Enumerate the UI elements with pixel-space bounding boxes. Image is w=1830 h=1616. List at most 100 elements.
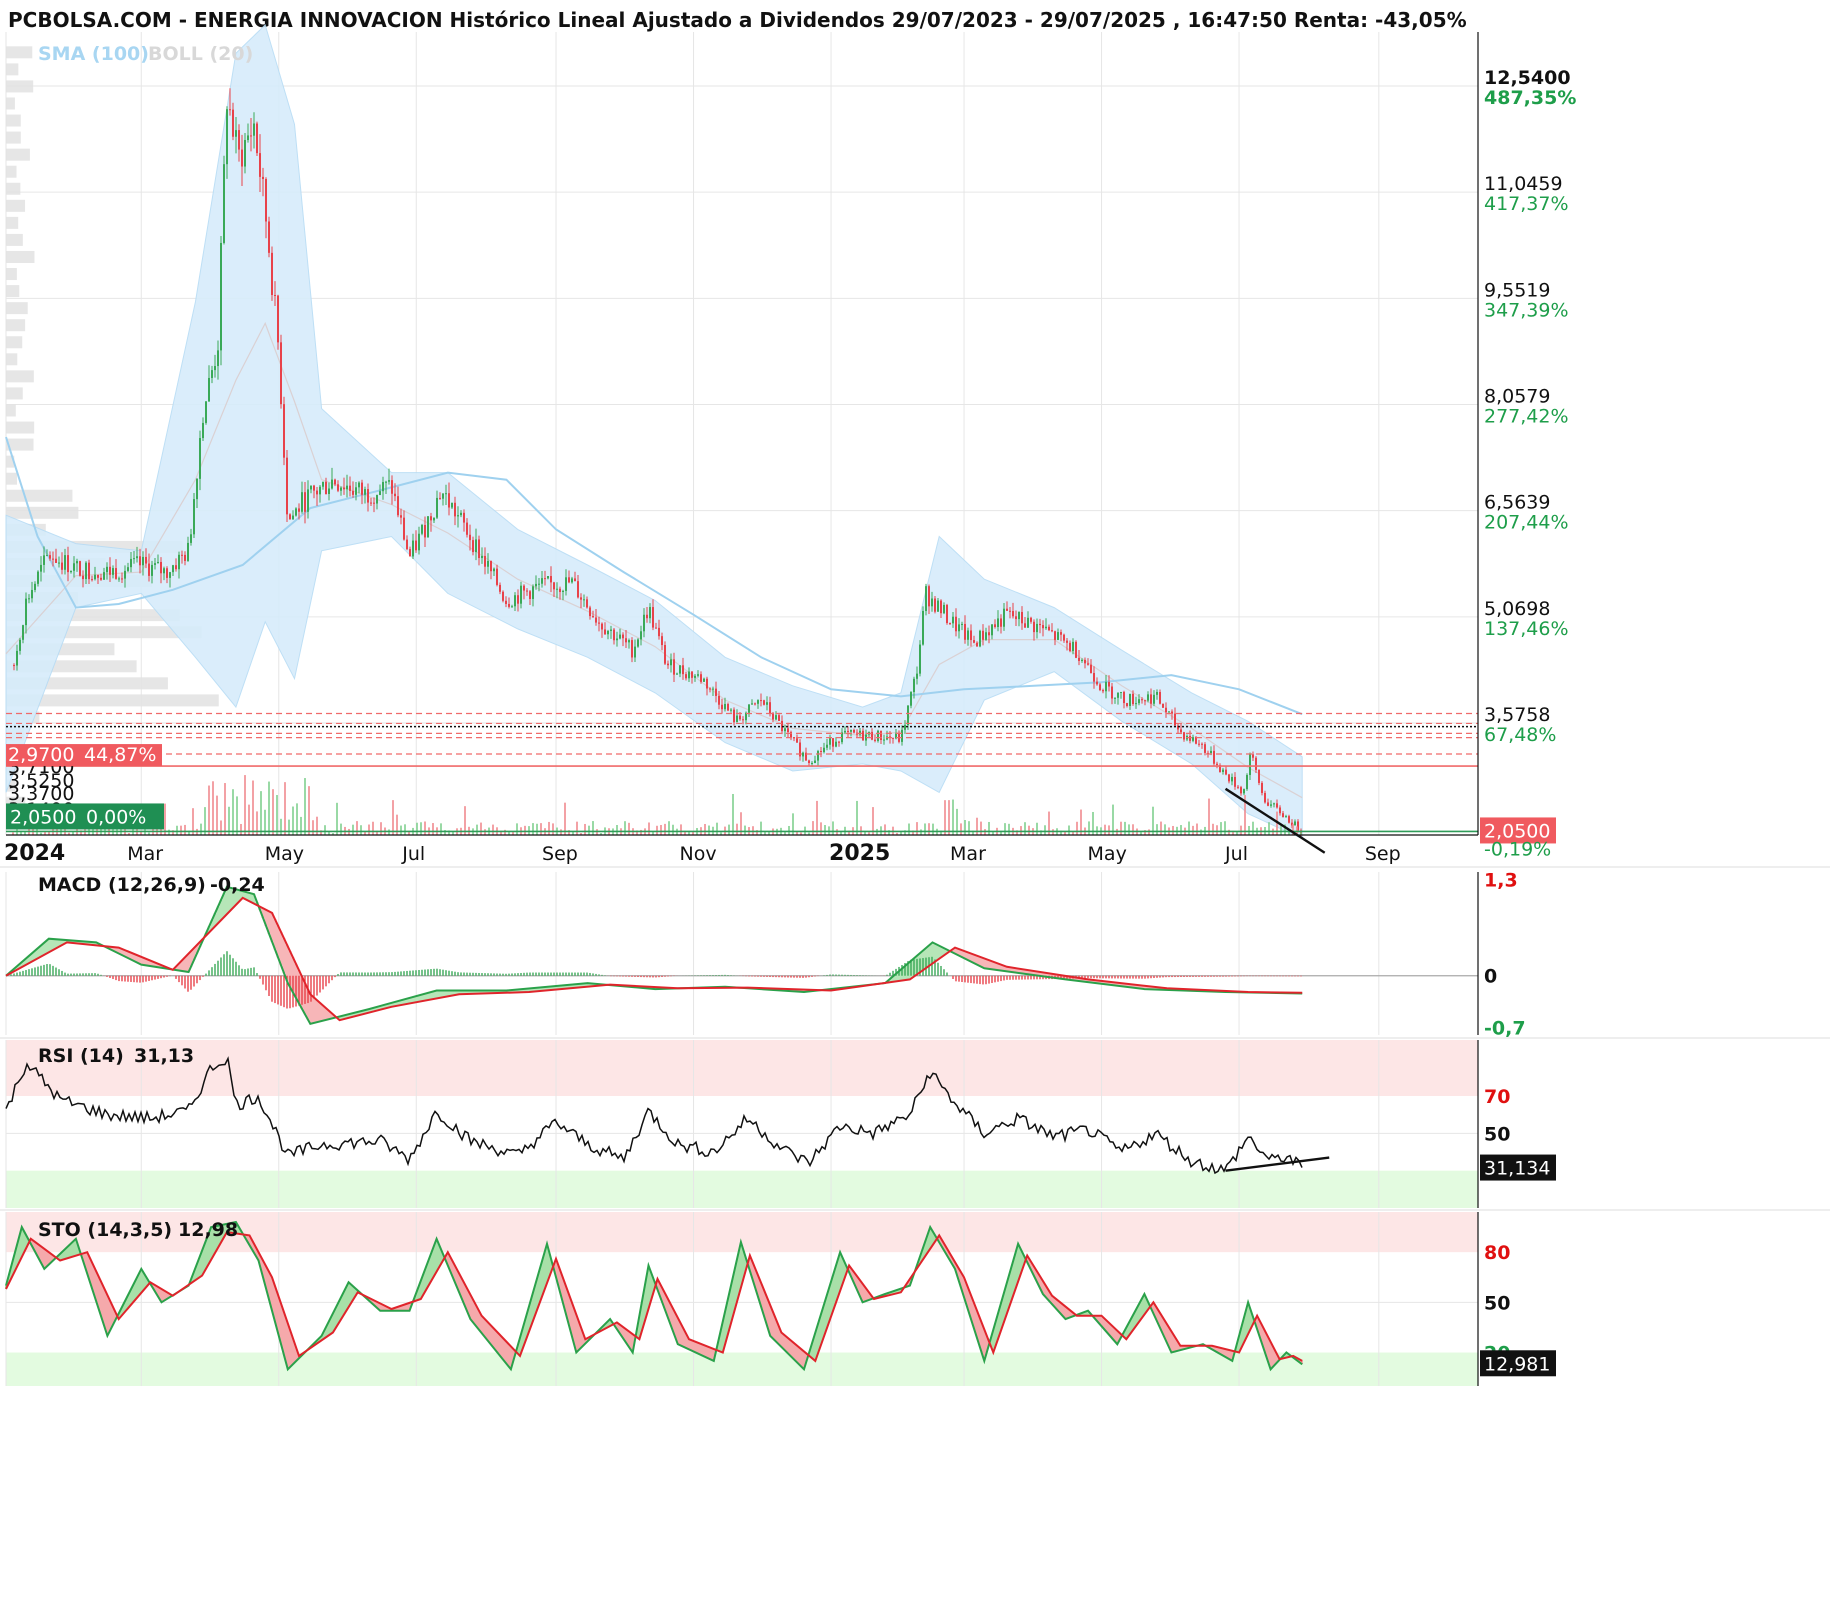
candle-body <box>64 555 66 570</box>
candle-body <box>919 644 921 674</box>
candle-body <box>514 595 516 607</box>
rsi-label: RSI (14) <box>38 1045 124 1067</box>
candle-body <box>1039 623 1041 626</box>
volume-profile-bar <box>6 199 26 212</box>
candle-body <box>1057 632 1059 640</box>
candle-body <box>658 627 660 637</box>
candle-body <box>121 578 123 580</box>
candle-body <box>727 703 729 711</box>
volume-bar <box>416 822 418 835</box>
legend-sma: SMA (100) <box>38 43 149 65</box>
candle-body <box>112 568 114 575</box>
candle-body <box>424 524 426 538</box>
candle-body <box>277 295 279 343</box>
volume-bar <box>164 803 166 835</box>
macd-tick-label: 1,3 <box>1484 869 1518 891</box>
candle-body <box>433 517 435 521</box>
volume-profile-bar <box>6 302 28 315</box>
candle-body <box>397 496 399 516</box>
candle-body <box>1069 642 1071 652</box>
candle-body <box>196 478 198 500</box>
volume-bar <box>1240 825 1242 835</box>
candle-body <box>265 179 267 222</box>
candle-body <box>853 729 855 733</box>
candle-body <box>463 512 465 523</box>
candle-body <box>160 561 162 574</box>
volume-profile-bar <box>6 319 26 332</box>
candle-body <box>1096 681 1098 685</box>
volume-bar <box>924 823 926 835</box>
candle-body <box>973 640 975 643</box>
volume-bar <box>832 821 834 835</box>
candle-body <box>1237 786 1239 788</box>
candle-body <box>391 480 393 494</box>
volume-bar <box>968 821 970 835</box>
candle-body <box>544 578 546 580</box>
candle-body <box>430 516 432 521</box>
candle-body <box>1108 682 1110 687</box>
macd-tick-label: 0 <box>1484 966 1497 988</box>
candle-body <box>1267 802 1269 806</box>
candle-body <box>559 588 561 592</box>
candle-body <box>193 499 195 535</box>
volume-bar <box>224 783 226 835</box>
volume-bar <box>424 821 426 835</box>
candle-body <box>1132 693 1134 705</box>
volume-bar <box>736 823 738 835</box>
volume-bar <box>976 817 978 835</box>
candle-body <box>670 659 672 666</box>
candle-body <box>655 627 657 629</box>
candle-body <box>232 109 234 137</box>
rsi-tick-label: 70 <box>1484 1086 1510 1108</box>
candle-body <box>1153 694 1155 704</box>
volume-bar <box>732 793 734 835</box>
candle-body <box>682 665 684 675</box>
candle-body <box>580 597 582 600</box>
candle-body <box>1126 703 1128 706</box>
volume-profile-bar <box>6 370 34 383</box>
volume-bar <box>668 821 670 835</box>
price-tick-pct: 207,44% <box>1484 512 1569 534</box>
candle-body <box>574 578 576 582</box>
volume-bar <box>536 823 538 835</box>
candle-body <box>154 563 156 565</box>
candle-body <box>1045 626 1047 629</box>
volume-bar <box>1028 825 1030 835</box>
candle-body <box>400 515 402 518</box>
candle-body <box>469 534 471 541</box>
candle-body <box>250 135 252 137</box>
candle-body <box>313 485 315 491</box>
candle-body <box>997 618 999 627</box>
candle-body <box>1003 608 1005 627</box>
candle-body <box>271 252 273 295</box>
candle-body <box>664 645 666 664</box>
volume-profile-bar <box>6 353 18 366</box>
candle-body <box>637 639 639 647</box>
volume-bar <box>404 824 406 835</box>
price-tick-label: 6,5639 <box>1484 492 1550 514</box>
candle-body <box>337 484 339 491</box>
candle-body <box>502 591 504 601</box>
candle-body <box>703 678 705 682</box>
volume-bar <box>244 775 246 835</box>
candle-body <box>307 489 309 512</box>
candle-body <box>394 493 396 497</box>
volume-bar <box>552 823 554 835</box>
candle-body <box>100 577 102 580</box>
sto-oversold-zone <box>6 1352 1478 1386</box>
candle-body <box>529 591 531 599</box>
candle-body <box>700 674 702 682</box>
candle-body <box>1255 757 1257 770</box>
candle-body <box>283 404 285 458</box>
candle-body <box>961 623 963 625</box>
candle-body <box>1144 700 1146 702</box>
candle-body <box>13 665 15 667</box>
candle-body <box>802 752 804 757</box>
price-tick-label: 8,0579 <box>1484 386 1550 408</box>
candle-body <box>1189 735 1191 741</box>
candle-body <box>298 508 300 512</box>
candle-body <box>652 607 654 628</box>
sto-tick-label: 50 <box>1484 1292 1510 1314</box>
volume-bar <box>272 789 274 835</box>
candle-body <box>286 457 288 515</box>
